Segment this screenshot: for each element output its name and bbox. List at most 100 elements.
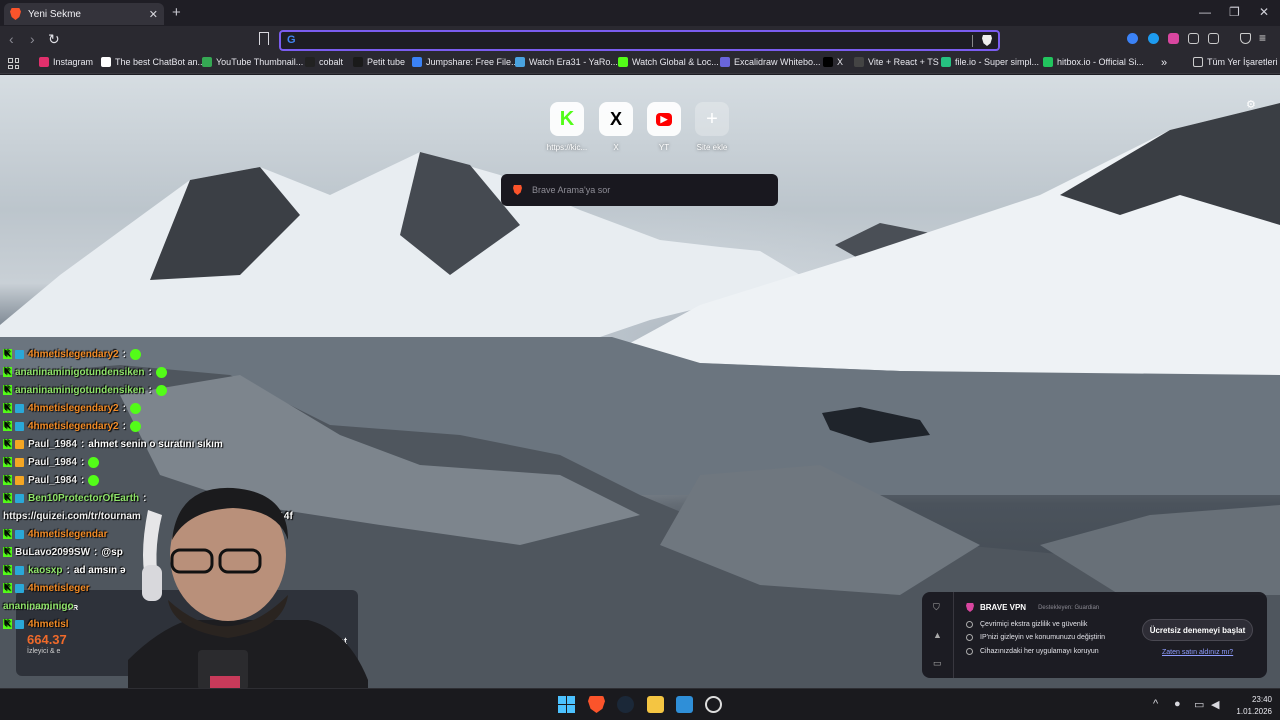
kick-badge-icon: K [3,421,12,431]
chat-message: ad amsın ə [73,564,126,576]
chat-message: ahmet senin o suratını sıkım [88,438,223,450]
shield-icon[interactable]: ⛉ [933,602,943,612]
badge-icon [15,583,24,593]
start-trial-button[interactable]: Ücretsiz denemeyi başlat [1142,619,1253,641]
already-purchased-link[interactable]: Zaten satın aldınız mı? [1162,649,1233,656]
reload-button[interactable]: ↻ [48,31,60,48]
chevron-up-icon[interactable]: ^ [1153,698,1158,710]
sidebar-icon[interactable] [1208,33,1219,44]
chat-nick: 4hmetislegendary2 [28,348,119,360]
vpn-card-sidebar: ⛉ ▲ ▭ [922,592,954,678]
restore-icon[interactable]: ❐ [1229,5,1240,19]
brave-taskbar-icon[interactable] [588,696,605,713]
kick-icon [618,57,628,67]
more-bookmarks-icon[interactable]: » [1161,57,1167,69]
brave-shields-icon[interactable] [982,35,992,46]
stats-value: 664.37 [27,632,67,647]
shortcut-add-site[interactable]: + Site ekle [688,102,736,152]
chat-line: Kananinaminigotundensiken: [0,363,320,381]
bookmark-item[interactable]: The best ChatBot an... [101,57,205,67]
warning-icon[interactable]: ▲ [933,630,943,640]
volume-icon[interactable]: ◀ [1211,698,1219,711]
windows-start-icon[interactable] [558,696,575,713]
bookmark-item[interactable]: cobalt [305,57,343,67]
window-close-icon[interactable]: ✕ [1259,5,1269,19]
bookmark-item[interactable]: Excalidraw Whitebo... [720,57,821,67]
kick-badge-icon: K [3,493,12,503]
extension-icon[interactable] [1148,33,1159,44]
bookmark-label: file.io - Super simpl... [955,57,1040,67]
extension-icon[interactable] [1127,33,1138,44]
clock-time: 23:40 [1251,695,1272,704]
network-icon[interactable]: ▭ [1194,698,1204,711]
bookmark-item[interactable]: Watch Era31 - YaRo... [515,57,618,67]
microphone-icon[interactable]: ● [1174,698,1181,710]
kick-badge-icon: K [3,565,12,575]
app-icon[interactable] [676,696,693,713]
chat-nick: BuLavo2099SW [15,546,91,558]
card-icon[interactable]: ▭ [933,658,943,668]
chat-nick: Paul_1984 [28,474,77,486]
bookmark-item[interactable]: hitbox.io - Official Si... [1043,57,1144,67]
x-icon: X [599,102,633,136]
back-button[interactable]: ‹ [9,31,14,47]
google-icon: G [287,34,296,46]
shortcut-kick[interactable]: K https://kic... [543,102,591,152]
settings-gear-icon[interactable]: ⚙ [1246,98,1256,111]
bookmark-item[interactable]: Vite + React + TS [854,57,939,67]
bookmark-item[interactable]: X [823,57,843,67]
address-bar[interactable]: G [279,30,1000,51]
vpn-shield-icon[interactable] [1240,33,1251,44]
bookmark-item[interactable]: Jumpshare: Free File... [412,57,519,67]
steam-icon[interactable] [617,696,634,713]
bookmark-item[interactable]: Petit tube [353,57,405,67]
vpn-icon [966,603,974,612]
badge-icon [15,403,24,413]
search-placeholder: Brave Arama'ya sor [532,185,611,195]
shortcut-label: Site ekle [696,143,728,152]
bookmark-item[interactable]: YouTube Thumbnail... [202,57,303,67]
forward-button[interactable]: › [30,31,35,47]
new-tab-button[interactable]: + [172,4,181,21]
bookmark-label: Petit tube [367,57,406,67]
bookmark-icon[interactable] [259,32,269,45]
close-tab-icon[interactable]: ✕ [149,8,158,21]
bookmark-label: YouTube Thumbnail... [216,57,304,67]
menu-icon[interactable]: ≡ [1259,31,1266,45]
file-explorer-icon[interactable] [647,696,664,713]
bookmark-item[interactable]: file.io - Super simpl... [941,57,1039,67]
all-bookmarks-button[interactable]: Tüm Yer İşaretleri [1193,57,1278,67]
badge-icon [15,475,24,485]
chat-nick: https://quizei.com/tr/tournam [3,510,141,522]
tab-new-tab[interactable]: Yeni Sekme ✕ [4,3,164,25]
taskbar-clock[interactable]: 23:40 1.01.2026 [1228,694,1272,718]
vpn-feature-text: IP'nizi gizleyin ve konumunuzu değiştiri… [980,634,1106,641]
chat-line: K 4hmetislegendary2: [0,345,320,363]
brave-search-box[interactable]: Brave Arama'ya sor [501,174,778,206]
minimize-icon[interactable]: — [1199,5,1211,19]
kick-badge-icon: K [3,547,12,557]
bookmark-label: X [837,57,844,67]
urlbar-divider [972,35,973,47]
extensions-puzzle-icon[interactable] [1188,33,1199,44]
chat-line: K Paul_1984: [0,453,320,471]
toolbar: ‹ › ↻ G [0,26,1280,54]
bookmark-item[interactable]: Instagram [39,57,93,67]
apps-icon[interactable] [8,58,19,69]
chat-line: K 4hmetislegendary2: [0,417,320,435]
brave-icon [513,185,522,195]
chat-line: K 4hmetislegendary2: [0,399,320,417]
kick-badge-icon: K [3,349,12,359]
bookmark-label: Watch Era31 - YaRo... [529,57,618,67]
obs-icon[interactable] [705,696,722,713]
shortcut-label: YT [658,143,670,152]
bookmark-item[interactable]: Watch Global & Loc... [618,57,719,67]
extension-icon[interactable] [1168,33,1179,44]
shortcut-youtube[interactable]: ▶ YT [640,102,688,152]
vpn-feature: Cihazınızdaki her uygulamayı koruyun [966,648,1099,655]
chat-nick: 4hmetisl [28,618,69,630]
shortcut-x[interactable]: X X [592,102,640,152]
chat-nick: ananinaminigotundensiken [15,366,145,378]
clock-date: 1.01.2026 [1236,707,1272,716]
check-icon [966,621,973,628]
